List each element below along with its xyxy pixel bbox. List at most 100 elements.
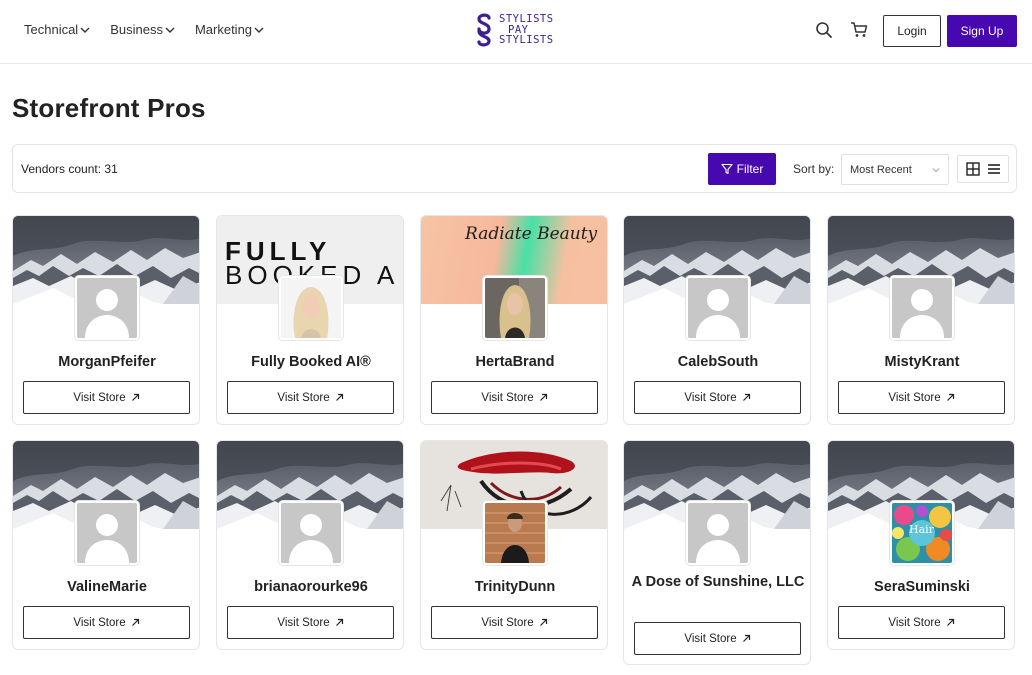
nav-item-business[interactable]: Business [110, 22, 175, 37]
vendor-card[interactable]: ValineMarie Visit Store [12, 440, 200, 650]
arrow-up-right-icon [131, 393, 139, 401]
arrow-up-right-icon [335, 393, 343, 401]
signup-button[interactable]: Sign Up [947, 15, 1017, 47]
vendor-avatar [686, 276, 750, 340]
visit-store-button[interactable]: Visit Store [23, 606, 190, 639]
visit-store-label: Visit Store [888, 391, 941, 404]
photo-brick-image [485, 503, 545, 563]
chevron-down-icon [80, 27, 90, 33]
vendor-avatar [75, 276, 139, 340]
user-placeholder-icon [688, 278, 748, 338]
vendor-name: CalebSouth [677, 354, 759, 370]
nav-item-marketing[interactable]: Marketing [195, 22, 264, 37]
visit-store-button[interactable]: Visit Store [838, 381, 1005, 414]
arrow-up-right-icon [335, 618, 343, 626]
visit-store-button[interactable]: Visit Store [838, 606, 1005, 639]
vendor-avatar [686, 501, 750, 565]
arrow-up-right-icon [539, 393, 547, 401]
vendor-name: SeraSuminski [874, 579, 970, 595]
filter-button[interactable]: Filter [708, 153, 776, 185]
nav-item-technical[interactable]: Technical [24, 22, 90, 37]
vendor-name: Fully Booked AI® [251, 354, 371, 370]
vendor-name: ValineMarie [67, 579, 147, 595]
page-title: Storefront Pros [12, 93, 206, 123]
photo-blonde-image [281, 278, 341, 338]
cart-icon[interactable] [850, 21, 868, 39]
user-placeholder-icon [77, 503, 137, 563]
arrow-up-right-icon [742, 634, 750, 642]
vendor-name: MorganPfeifer [58, 354, 156, 370]
vendor-avatar [890, 276, 954, 340]
visit-store-button[interactable]: Visit Store [227, 606, 394, 639]
arrow-up-right-icon [131, 618, 139, 626]
visit-store-label: Visit Store [888, 616, 941, 629]
visit-store-button[interactable]: Visit Store [634, 622, 801, 655]
vendor-name: MistyKrant [884, 354, 960, 370]
logo-line-3: STYLISTS [499, 34, 554, 47]
visit-store-label: Visit Store [73, 391, 126, 404]
sort-label: Sort by: [793, 162, 835, 176]
arrow-up-right-icon [946, 393, 954, 401]
list-view-icon[interactable] [987, 162, 1001, 176]
visit-store-label: Visit Store [481, 616, 534, 629]
visit-store-button[interactable]: Visit Store [431, 606, 598, 639]
vendor-avatar [483, 276, 547, 340]
arrow-up-right-icon [946, 618, 954, 626]
vendor-avatar [279, 276, 343, 340]
visit-store-button[interactable]: Visit Store [227, 381, 394, 414]
site-logo[interactable]: STYLISTS PAY STYLISTS [476, 12, 554, 48]
nav-item-label: Business [110, 22, 163, 37]
vendor-avatar: Hair [890, 501, 954, 565]
vendor-name: TrinityDunn [474, 579, 556, 595]
vendors-count: Vendors count: 31 [21, 162, 118, 176]
logo-text: STYLISTS PAY STYLISTS [499, 14, 554, 46]
logo-mark-icon [477, 13, 491, 47]
chevron-down-icon [165, 27, 175, 33]
visit-store-button[interactable]: Visit Store [634, 381, 801, 414]
visit-store-label: Visit Store [73, 616, 126, 629]
sort-value: Most Recent [850, 163, 912, 176]
vendor-avatar [75, 501, 139, 565]
vendor-card[interactable]: MistyKrant Visit Store [827, 215, 1015, 425]
visit-store-label: Visit Store [277, 616, 330, 629]
vendor-toolbar: Vendors count: 31 Filter Sort by: Most R… [12, 144, 1017, 193]
chevron-down-icon [932, 168, 940, 173]
user-placeholder-icon [892, 278, 952, 338]
arrow-up-right-icon [539, 618, 547, 626]
grid-view-icon[interactable] [965, 162, 980, 176]
visit-store-label: Visit Store [277, 391, 330, 404]
avatar-text: Hair [909, 523, 934, 536]
nav-item-label: Technical [24, 22, 79, 37]
filter-label: Filter [736, 162, 764, 176]
login-button[interactable]: Login [883, 15, 941, 47]
arrow-up-right-icon [742, 393, 750, 401]
visit-store-label: Visit Store [684, 391, 737, 404]
cover-text: Radiate Beauty [465, 224, 598, 244]
main-nav: Technical Business Marketing [24, 22, 264, 37]
photo-blonde-2-image [485, 278, 545, 338]
vendor-card[interactable]: FULLY BOOKED A Fully Booked AI® Visit Store [216, 215, 404, 425]
visit-store-button[interactable]: Visit Store [23, 381, 190, 414]
vendor-card[interactable]: MorganPfeifer Visit Store [12, 215, 200, 425]
site-header: Technical Business Marketing STYLISTS PA… [0, 0, 1032, 64]
search-icon[interactable] [815, 21, 833, 39]
filter-icon [721, 163, 733, 175]
vendor-card[interactable]: Radiate Beauty HertaBrand Visit Store [420, 215, 608, 425]
user-placeholder-icon [688, 503, 748, 563]
vendor-avatar [483, 501, 547, 565]
visit-store-label: Visit Store [684, 632, 737, 645]
nav-item-label: Marketing [194, 22, 253, 37]
sort-select[interactable]: Most Recent [841, 154, 949, 185]
vendor-card[interactable]: Hair SeraSuminski Visit Store [827, 440, 1015, 650]
vendor-card[interactable]: brianaorourke96 Visit Store [216, 440, 404, 650]
vendor-name: HertaBrand [475, 354, 555, 370]
visit-store-label: Visit Store [481, 391, 534, 404]
vendor-card[interactable]: A Dose of Sunshine, LLC Visit Store [623, 440, 811, 665]
vendor-avatar [279, 501, 343, 565]
view-toggle [957, 155, 1009, 183]
vendor-card[interactable]: CalebSouth Visit Store [623, 215, 811, 425]
chevron-down-icon [254, 27, 264, 33]
vendor-card[interactable]: TrinityDunn Visit Store [420, 440, 608, 650]
visit-store-button[interactable]: Visit Store [431, 381, 598, 414]
user-placeholder-icon [77, 278, 137, 338]
